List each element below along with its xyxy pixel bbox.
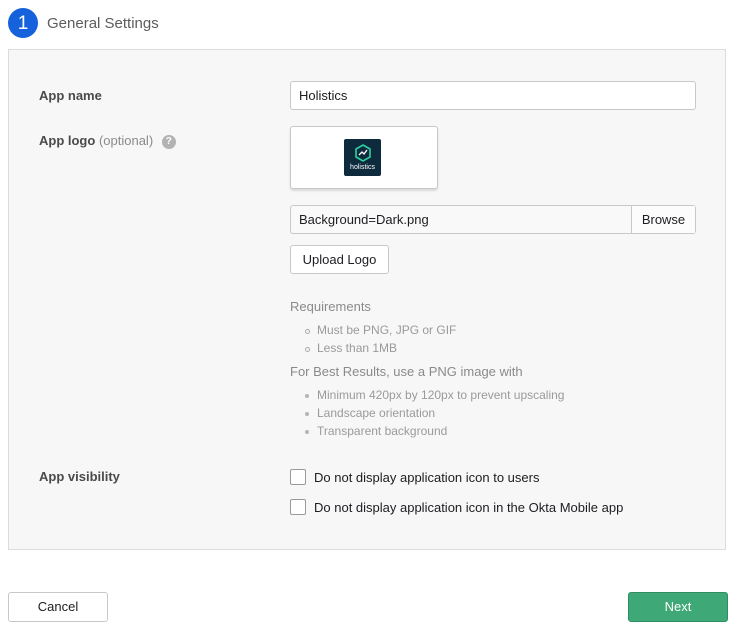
hide-icon-users-option[interactable]: Do not display application icon to users	[290, 469, 539, 485]
app-name-label: App name	[39, 88, 102, 103]
general-settings-panel: App name App logo (optional) ? holistics…	[8, 49, 726, 550]
step-number-badge: 1	[8, 8, 38, 38]
best-results-item: Landscape orientation	[305, 406, 435, 420]
step-title: General Settings	[47, 14, 159, 32]
best-results-heading: For Best Results, use a PNG image with	[290, 364, 523, 379]
step-header: 1 General Settings	[8, 8, 159, 38]
logo-preview: holistics	[290, 126, 438, 189]
logo-file-name: Background=Dark.png	[299, 212, 429, 227]
requirement-item: Less than 1MB	[305, 341, 397, 355]
app-name-input[interactable]	[290, 81, 696, 110]
requirement-item: Must be PNG, JPG or GIF	[305, 323, 456, 337]
next-button[interactable]: Next	[628, 592, 728, 622]
hide-icon-users-label[interactable]: Do not display application icon to users	[314, 470, 539, 485]
help-icon[interactable]: ?	[161, 135, 176, 149]
holistics-logo-icon	[354, 144, 371, 162]
app-visibility-label: App visibility	[39, 469, 120, 484]
app-logo-label-group: App logo (optional) ?	[39, 133, 176, 149]
app-logo-label: App logo	[39, 133, 96, 148]
cancel-button[interactable]: Cancel	[8, 592, 108, 622]
hide-icon-users-checkbox[interactable]	[290, 469, 306, 485]
hide-icon-mobile-label[interactable]: Do not display application icon in the O…	[314, 500, 623, 515]
holistics-logo: holistics	[344, 139, 381, 176]
logo-file-field[interactable]: Background=Dark.png Browse	[290, 205, 696, 234]
browse-button[interactable]: Browse	[631, 206, 695, 233]
logo-text: holistics	[350, 164, 375, 171]
best-results-item: Transparent background	[305, 424, 447, 438]
best-results-item: Minimum 420px by 120px to prevent upscal…	[305, 388, 564, 402]
hide-icon-mobile-option[interactable]: Do not display application icon in the O…	[290, 499, 623, 515]
hide-icon-mobile-checkbox[interactable]	[290, 499, 306, 515]
requirements-heading: Requirements	[290, 299, 371, 314]
optional-text: (optional)	[98, 133, 154, 148]
upload-logo-button[interactable]: Upload Logo	[290, 245, 389, 274]
